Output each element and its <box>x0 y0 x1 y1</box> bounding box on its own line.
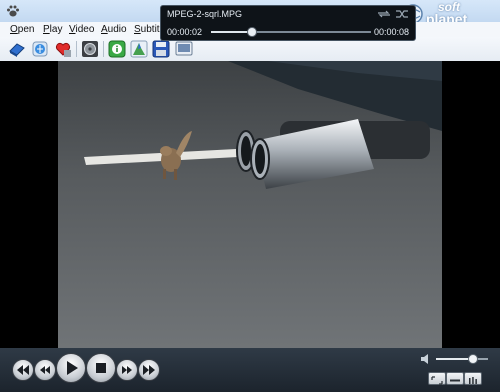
rewind-button[interactable] <box>12 359 34 381</box>
toolbar-separator <box>76 41 77 57</box>
favorites-icon[interactable] <box>54 40 72 58</box>
open-file-icon[interactable] <box>8 40 26 58</box>
info-panel: MPEG-2-sqrl.MPG 00:00:02 00:00:08 <box>160 5 416 41</box>
shuffle-icon[interactable] <box>395 9 409 19</box>
repeat-icon[interactable] <box>377 9 391 19</box>
volume-slider[interactable] <box>436 354 488 364</box>
stop-icon <box>96 363 106 373</box>
play-icon <box>67 361 78 375</box>
volume-level <box>436 358 473 360</box>
save-icon[interactable] <box>152 40 170 58</box>
menu-play[interactable]: Play <box>43 24 62 35</box>
seek-progress <box>211 31 251 33</box>
menu-audio[interactable]: Audio <box>101 24 127 35</box>
seek-handle[interactable] <box>247 27 257 37</box>
previous-button[interactable] <box>34 359 56 381</box>
toolbar-separator <box>103 41 104 57</box>
previous-icon <box>40 366 50 374</box>
total-time: 00:00:08 <box>373 27 409 37</box>
rewind-icon <box>17 365 29 375</box>
video-area[interactable] <box>0 61 500 348</box>
equalizer-button[interactable] <box>464 372 482 385</box>
fullscreen-icon[interactable] <box>175 40 193 58</box>
menu-open[interactable]: Open <box>10 24 34 35</box>
file-name: MPEG-2-sqrl.MPG <box>167 9 243 19</box>
menu-video[interactable]: Video <box>69 24 94 35</box>
volume-icon[interactable] <box>420 353 432 365</box>
open-url-icon[interactable] <box>31 40 49 58</box>
info-icon[interactable] <box>108 40 126 58</box>
expand-icon <box>431 376 443 385</box>
current-time: 00:00:02 <box>167 27 203 37</box>
video-frame <box>58 61 442 348</box>
equalizer-icon <box>469 377 477 384</box>
fast-forward-button[interactable] <box>138 359 160 381</box>
play-button[interactable] <box>56 353 86 383</box>
playlist-icon[interactable] <box>81 40 99 58</box>
compact-icon <box>450 379 460 382</box>
fast-forward-icon <box>143 365 155 375</box>
compact-mode-button[interactable] <box>446 372 464 385</box>
preferences-icon[interactable] <box>130 40 148 58</box>
next-icon <box>122 366 132 374</box>
next-button[interactable] <box>116 359 138 381</box>
fullscreen-button[interactable] <box>428 372 446 385</box>
stop-button[interactable] <box>86 353 116 383</box>
seek-bar[interactable] <box>211 27 371 37</box>
